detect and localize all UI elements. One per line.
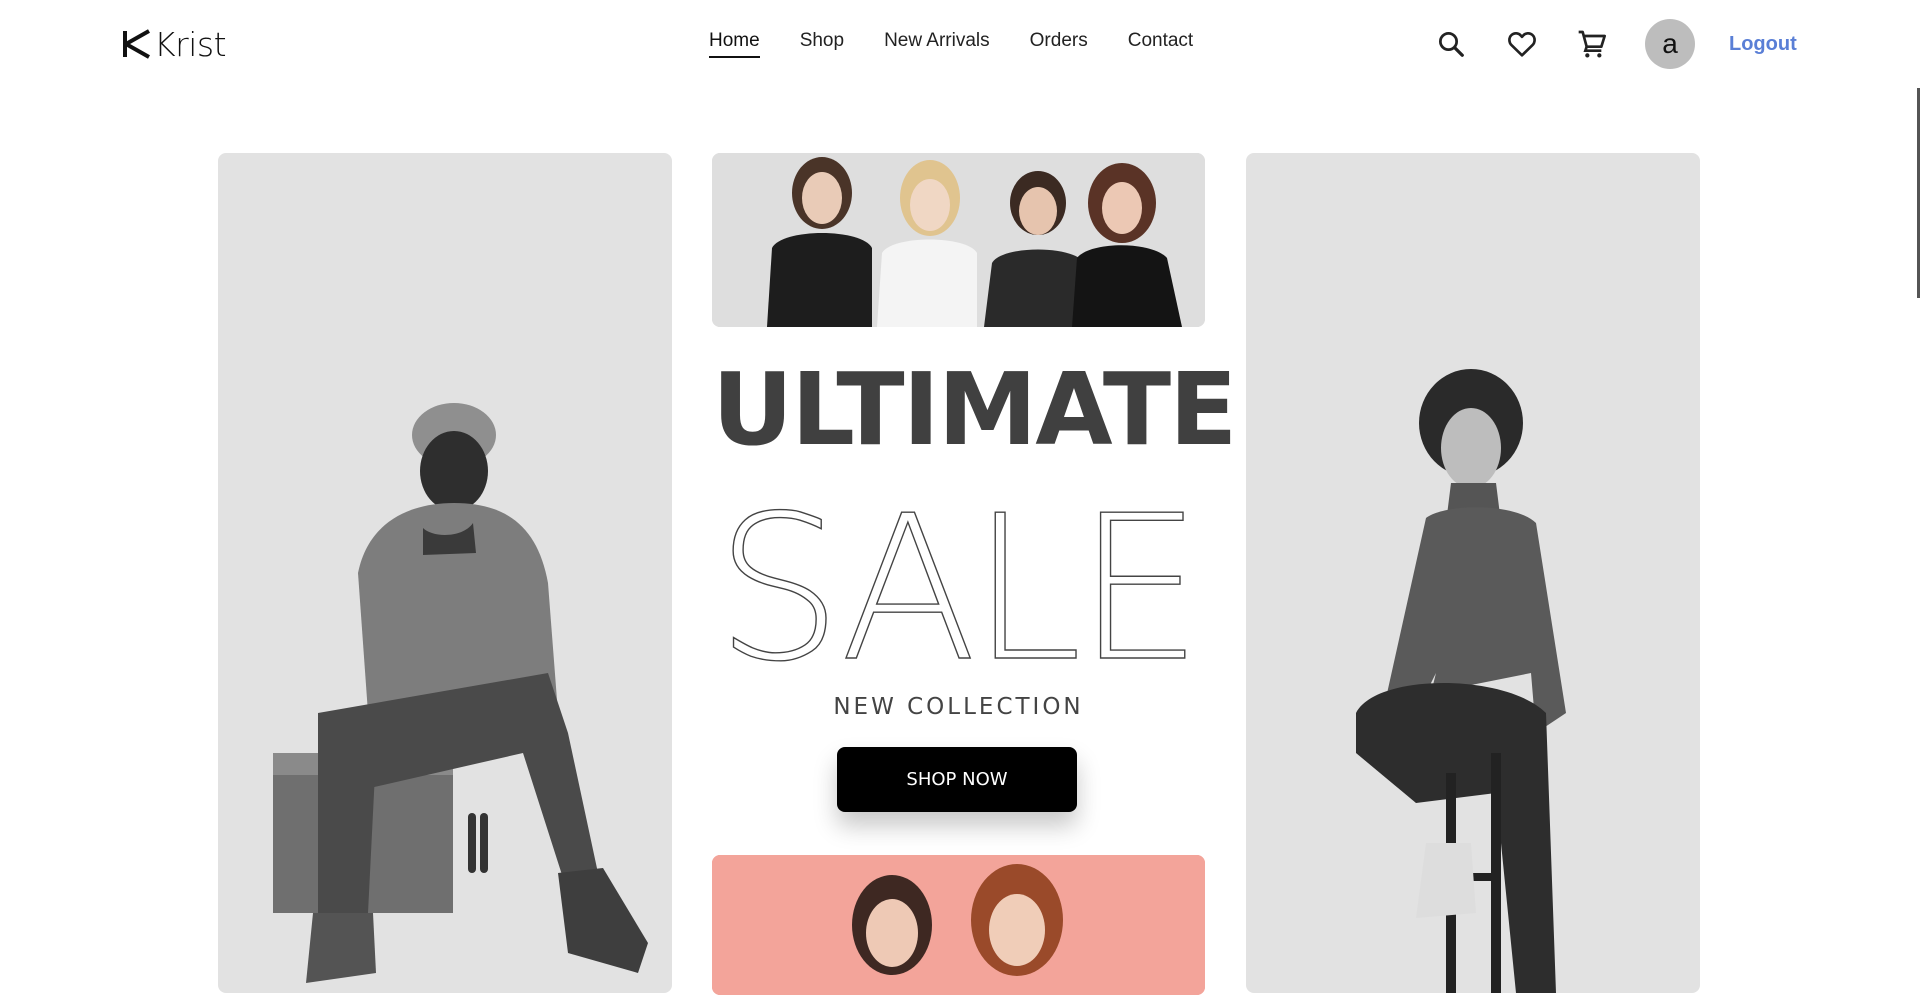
search-button[interactable] <box>1431 24 1471 64</box>
cart-icon <box>1578 30 1606 58</box>
model-photo-seated-man <box>273 403 648 983</box>
nav-orders[interactable]: Orders <box>1030 30 1088 58</box>
model-photo-group-women <box>712 153 1205 327</box>
sale-outline-text: SALE <box>720 488 1197 668</box>
user-avatar[interactable]: a <box>1645 19 1695 69</box>
promo-photo-bottom[interactable] <box>712 855 1205 995</box>
hero-left-panel[interactable] <box>218 153 672 993</box>
brand-logo[interactable]: Krist <box>122 24 227 64</box>
nav-shop[interactable]: Shop <box>800 30 844 58</box>
model-photo-laughing-women <box>712 855 1205 995</box>
hero-right-panel[interactable] <box>1246 153 1700 993</box>
krist-logo-mark-icon <box>123 29 150 59</box>
hero-headline-ultimate: ULTIMATE <box>712 351 1237 468</box>
brand-name: Krist <box>154 24 227 64</box>
logout-link[interactable]: Logout <box>1729 33 1797 56</box>
top-navigation-bar: Krist Home Shop New Arrivals Orders Cont… <box>0 0 1920 88</box>
nav-contact[interactable]: Contact <box>1128 30 1193 58</box>
hero-headline-sale: SALE <box>720 488 1200 668</box>
shop-now-button[interactable]: SHOP NOW <box>837 747 1077 812</box>
group-photo-top[interactable] <box>712 153 1205 327</box>
wishlist-button[interactable] <box>1502 24 1542 64</box>
model-photo-standing-man <box>1356 369 1566 993</box>
cart-button[interactable] <box>1572 24 1612 64</box>
nav-home[interactable]: Home <box>709 30 760 58</box>
main-nav: Home Shop New Arrivals Orders Contact <box>709 30 1193 58</box>
search-icon <box>1439 32 1464 57</box>
nav-new-arrivals[interactable]: New Arrivals <box>884 30 990 58</box>
hero-subtitle: NEW COLLECTION <box>833 694 1084 720</box>
heart-icon <box>1508 31 1536 57</box>
